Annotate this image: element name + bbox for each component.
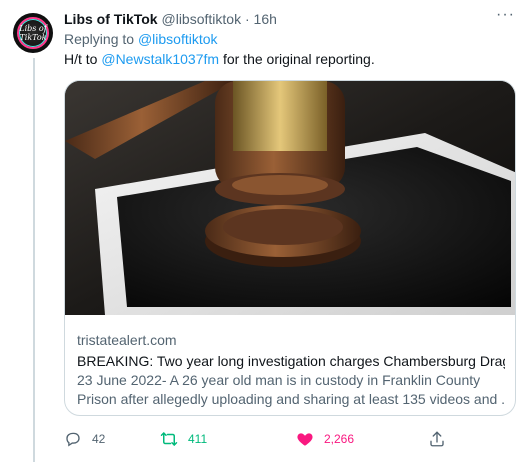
author-handle[interactable]: @libsoftiktok xyxy=(162,11,242,27)
tweet-timestamp[interactable]: 16h xyxy=(254,11,277,27)
tweet-text: H/t to @Newstalk1037fm for the original … xyxy=(64,50,375,68)
like-count: 2,266 xyxy=(324,432,355,446)
retweet-count: 411 xyxy=(188,432,208,446)
tweet-text-prefix: H/t to xyxy=(64,51,98,67)
replying-to-line: Replying to @libsoftiktok xyxy=(64,30,218,48)
thread-line xyxy=(33,58,35,462)
reply-count: 42 xyxy=(92,432,106,446)
tweet-actions: 42 411 2,266 xyxy=(64,430,516,450)
retweet-button[interactable]: 411 xyxy=(160,430,207,448)
gavel-on-tablet-image xyxy=(65,81,515,315)
avatar-logo-line2: TikTok xyxy=(19,33,47,42)
tweet-header: Libs of TikTok @libsoftiktok · 16h xyxy=(64,10,277,28)
avatar-logo-line1: Libs of xyxy=(19,24,47,33)
tweet-text-suffix: for the original reporting. xyxy=(222,51,375,67)
reply-button[interactable]: 42 xyxy=(64,430,105,448)
card-description-line2: Prison after allegedly uploading and sha… xyxy=(77,391,505,407)
replying-prefix: Replying to xyxy=(64,31,135,47)
replying-to-link[interactable]: @libsoftiktok xyxy=(138,31,218,47)
header-separator: · xyxy=(244,11,250,27)
card-body: tristatealert.com BREAKING: Two year lon… xyxy=(77,331,505,409)
author-name[interactable]: Libs of TikTok xyxy=(64,11,158,27)
avatar[interactable]: Libs of TikTok xyxy=(13,13,53,53)
share-button[interactable] xyxy=(428,430,446,448)
more-options-button[interactable]: ··· xyxy=(496,6,515,24)
link-preview-card[interactable]: tristatealert.com BREAKING: Two year lon… xyxy=(64,80,516,416)
card-domain: tristatealert.com xyxy=(77,332,177,348)
retweet-icon xyxy=(160,432,178,446)
mention-link[interactable]: @Newstalk1037fm xyxy=(101,51,219,67)
avatar-logo-text: Libs of TikTok xyxy=(13,24,53,42)
like-button[interactable]: 2,266 xyxy=(296,430,354,448)
heart-icon xyxy=(297,433,313,446)
reply-icon xyxy=(66,432,80,447)
card-description-line1: 23 June 2022- A 26 year old man is in cu… xyxy=(77,372,481,388)
card-title: BREAKING: Two year long investigation ch… xyxy=(77,353,505,369)
share-icon xyxy=(430,431,444,447)
